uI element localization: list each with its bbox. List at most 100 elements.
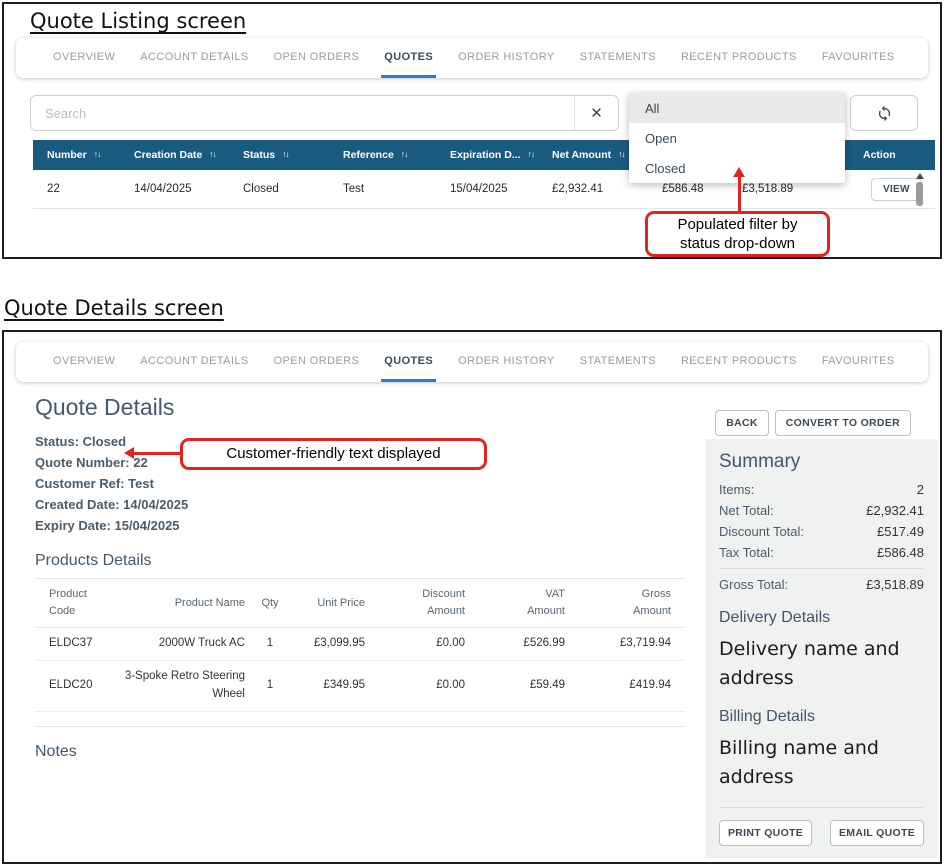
billing-address-text: Billing name and address (719, 734, 924, 793)
cell-vat: £526.99 (470, 635, 570, 653)
cell-discount: £0.00 (370, 635, 470, 653)
tab-quotes[interactable]: QUOTES (381, 342, 436, 382)
cell-discount: £0.00 (370, 677, 470, 695)
sort-icon[interactable]: ↑↓ (282, 149, 289, 159)
convert-to-order-button[interactable]: CONVERT TO ORDER (775, 410, 911, 436)
print-quote-button[interactable]: PRINT QUOTE (719, 820, 812, 846)
products-table: ProductCode Product Name Qty Unit Price … (35, 578, 685, 712)
col-unit-price: Unit Price (290, 595, 370, 612)
search-input[interactable] (31, 96, 574, 130)
cell-tax-amount: £586.48 (648, 183, 728, 195)
clear-search-button[interactable]: ✕ (574, 96, 618, 130)
email-quote-button[interactable]: EMAIL QUOTE (830, 820, 924, 846)
cell-creation-date: 14/04/2025 (120, 183, 229, 195)
tab-statements[interactable]: STATEMENTS (577, 38, 659, 78)
summary-row-discount: Discount Total:£517.49 (719, 521, 924, 542)
col-action: Action (849, 149, 935, 161)
sort-icon[interactable]: ↑↓ (94, 149, 101, 159)
cell-unit-price: £349.95 (290, 677, 370, 695)
tab-account-details[interactable]: ACCOUNT DETAILS (137, 342, 251, 382)
refresh-icon (876, 105, 893, 122)
col-product-name: Product Name (115, 595, 250, 612)
cell-product-code: ELDC20 (35, 677, 115, 695)
panel-buttons: PRINT QUOTE EMAIL QUOTE (719, 820, 924, 846)
filter-option-all[interactable]: All (629, 93, 845, 123)
expiry-date-line: Expiry Date: 15/04/2025 (35, 515, 687, 536)
col-expiration-date[interactable]: Expiration D...↑↓ (436, 149, 538, 161)
col-status[interactable]: Status↑↓ (229, 149, 329, 161)
notes-heading: Notes (35, 743, 687, 761)
quote-listing-screen: Quote Listing screen OVERVIEW ACCOUNT DE… (2, 2, 942, 259)
col-gross-amount: GrossAmount (570, 586, 685, 620)
cell-product-code: ELDC37 (35, 635, 115, 653)
summary-row-gross: Gross Total:£3,518.89 (719, 574, 924, 595)
created-date-line: Created Date: 14/04/2025 (35, 494, 687, 515)
customer-ref-line: Customer Ref: Test (35, 473, 687, 494)
tab-recent-products[interactable]: RECENT PRODUCTS (678, 342, 800, 382)
arrow-head-icon (733, 167, 745, 177)
summary-row-items: Items:2 (719, 479, 924, 500)
tab-order-history[interactable]: ORDER HISTORY (455, 38, 557, 78)
tab-favourites[interactable]: FAVOURITES (819, 342, 898, 382)
tab-statements[interactable]: STATEMENTS (577, 342, 659, 382)
sort-icon[interactable]: ↑↓ (209, 149, 216, 159)
tab-account-details[interactable]: ACCOUNT DETAILS (137, 38, 251, 78)
filter-annotation: Populated filter by status drop-down (645, 211, 830, 257)
listing-screen-title: Quote Listing screen (30, 9, 246, 33)
cell-number: 22 (33, 183, 120, 195)
sort-icon[interactable]: ↑↓ (401, 149, 408, 159)
listing-navbar: OVERVIEW ACCOUNT DETAILS OPEN ORDERS QUO… (16, 38, 928, 78)
products-table-header: ProductCode Product Name Qty Unit Price … (35, 579, 685, 628)
col-number[interactable]: Number↑↓ (33, 149, 120, 161)
status-annotation: Customer-friendly text displayed (180, 438, 487, 470)
delivery-details-heading: Delivery Details (719, 609, 924, 627)
tab-open-orders[interactable]: OPEN ORDERS (271, 342, 363, 382)
col-product-code: ProductCode (35, 586, 115, 620)
tab-overview[interactable]: OVERVIEW (50, 38, 118, 78)
cell-gross: £419.94 (570, 677, 685, 695)
search-box: ✕ (30, 95, 619, 131)
annotation-arrow-left (133, 452, 180, 455)
refresh-button[interactable] (850, 95, 918, 131)
cell-gross: £3,719.94 (570, 635, 685, 653)
cell-product-name: 3-Spoke Retro Steering Wheel (115, 668, 250, 704)
col-creation-date[interactable]: Creation Date↑↓ (120, 149, 229, 161)
table-scrollbar[interactable] (915, 173, 924, 209)
col-discount-amount: DiscountAmount (370, 586, 470, 620)
cell-reference: Test (329, 183, 436, 195)
tab-favourites[interactable]: FAVOURITES (819, 38, 898, 78)
summary-panel: Summary Items:2 Net Total:£2,932.41 Disc… (705, 439, 938, 858)
tab-open-orders[interactable]: OPEN ORDERS (271, 38, 363, 78)
details-action-buttons: BACK CONVERT TO ORDER (715, 410, 911, 436)
annotation-arrow-up (738, 176, 741, 212)
scroll-up-icon[interactable] (916, 173, 924, 179)
arrow-head-icon (124, 447, 134, 459)
page-title: Quote Details (35, 394, 687, 421)
cell-qty: 1 (250, 635, 290, 653)
table-row: ELDC37 2000W Truck AC 1 £3,099.95 £0.00 … (35, 628, 685, 661)
summary-row-net: Net Total:£2,932.41 (719, 500, 924, 521)
sort-icon[interactable]: ↑↓ (618, 149, 625, 159)
tab-order-history[interactable]: ORDER HISTORY (455, 342, 557, 382)
page: Quote Listing screen OVERVIEW ACCOUNT DE… (0, 0, 949, 867)
back-button[interactable]: BACK (715, 410, 769, 436)
billing-details-heading: Billing Details (719, 708, 924, 726)
col-qty: Qty (250, 595, 290, 612)
scrollbar-thumb[interactable] (916, 182, 923, 206)
col-reference[interactable]: Reference↑↓ (329, 149, 436, 161)
summary-row-tax: Tax Total:£586.48 (719, 542, 924, 563)
cell-vat: £59.49 (470, 677, 570, 695)
cell-product-name: 2000W Truck AC (115, 635, 250, 653)
tab-quotes[interactable]: QUOTES (381, 38, 436, 78)
cell-status: Closed (229, 183, 329, 195)
divider (35, 726, 685, 727)
tab-overview[interactable]: OVERVIEW (50, 342, 118, 382)
spacer (719, 793, 924, 807)
sort-icon[interactable]: ↑↓ (528, 149, 535, 159)
tab-recent-products[interactable]: RECENT PRODUCTS (678, 38, 800, 78)
divider (719, 568, 924, 569)
filter-option-open[interactable]: Open (629, 123, 845, 153)
cell-net-amount: £2,932.41 (538, 183, 648, 195)
table-row: ELDC20 3-Spoke Retro Steering Wheel 1 £3… (35, 661, 685, 712)
delivery-address-text: Delivery name and address (719, 635, 924, 694)
